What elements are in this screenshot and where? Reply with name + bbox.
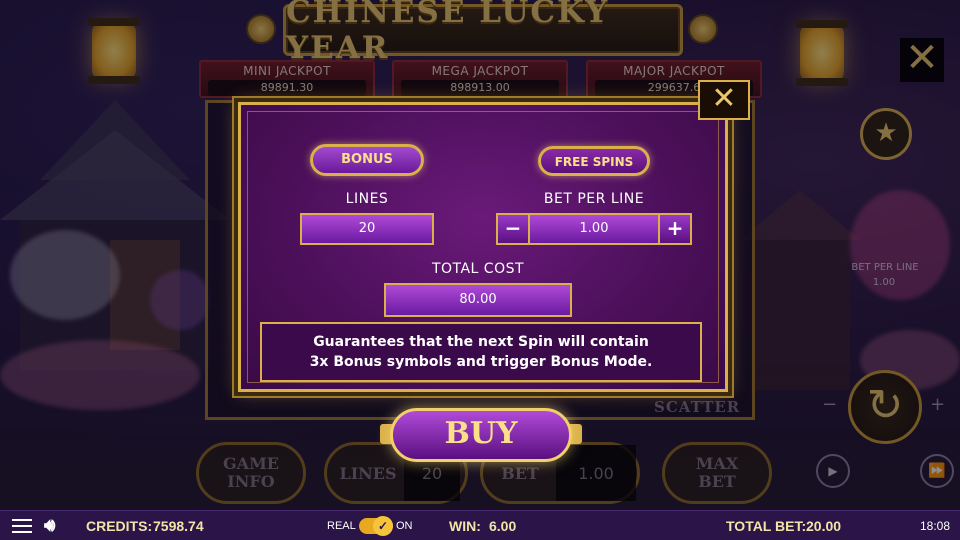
sound-icon[interactable]: 🔊︎ (44, 515, 55, 536)
total-bet-value: 20.00 (806, 518, 842, 534)
win-label: WIN: (449, 518, 481, 534)
real-money-label: REAL (327, 520, 356, 532)
status-bar: 🔊︎ CREDITS: 7598.74 REAL ✓ ON WIN: 6.00 … (0, 510, 960, 540)
tab-bonus-label: BONUS (341, 152, 393, 167)
check-icon: ✓ (373, 516, 393, 536)
dialog-close-button[interactable]: ✕ (698, 80, 750, 120)
bet-per-line-plus-button[interactable]: + (658, 213, 692, 245)
bet-per-line-field: 1.00 (528, 213, 660, 245)
toggle-on-label: ON (396, 520, 413, 532)
win-value: 6.00 (489, 518, 517, 534)
lines-field: 20 (300, 213, 434, 245)
total-cost-label: TOTAL COST (431, 261, 525, 277)
total-bet-label: TOTAL BET: (726, 518, 807, 534)
real-money-toggle[interactable]: ✓ (359, 516, 393, 536)
lines-field-label: LINES (345, 191, 389, 207)
tab-free-spins-label: FREE SPINS (554, 155, 634, 169)
bet-per-line-field-label: BET PER LINE (543, 191, 645, 207)
tab-free-spins[interactable]: FREE SPINS (538, 146, 650, 176)
buy-button-label: BUY (444, 416, 518, 451)
tab-bonus[interactable]: BONUS (310, 144, 424, 176)
clock: 18:08 (920, 519, 951, 533)
credits-label: CREDITS: (86, 518, 153, 534)
menu-icon[interactable] (12, 519, 32, 533)
buy-button[interactable]: BUY (390, 408, 572, 462)
bet-per-line-minus-button[interactable]: − (496, 213, 530, 245)
feature-description: Guarantees that the next Spin will conta… (260, 322, 702, 382)
total-cost-field: 80.00 (384, 283, 572, 317)
description-line: 3x Bonus symbols and trigger Bonus Mode. (309, 354, 653, 370)
description-line: Guarantees that the next Spin will conta… (313, 334, 649, 350)
credits-value: 7598.74 (153, 518, 204, 534)
